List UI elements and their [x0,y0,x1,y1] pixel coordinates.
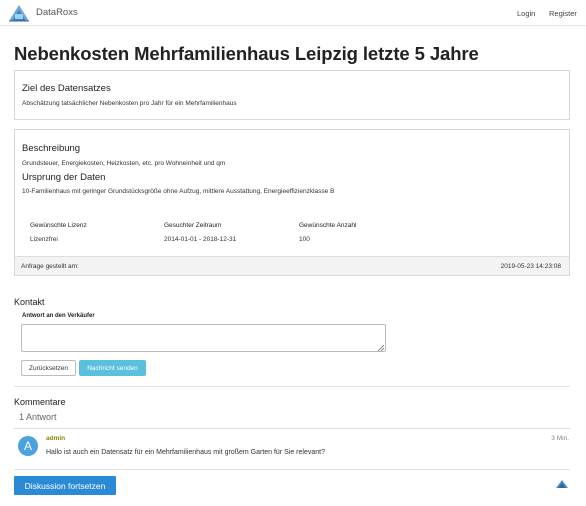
login-link[interactable]: Login [517,9,535,18]
avatar: A [18,436,38,456]
request-footer: Anfrage gestellt am: 2019-05-23 14:23:08 [15,256,569,275]
reply-textarea[interactable] [21,324,386,352]
page-title: Nebenkosten Mehrfamilienhaus Leipzig let… [14,43,479,64]
comment-text: Hallo ist auch ein Datensatz für ein Meh… [46,449,325,456]
register-link[interactable]: Register [549,9,577,18]
period-value: 2014-01-01 - 2018-12-31 [164,236,237,243]
send-message-button[interactable]: Nachricht senden [79,360,146,376]
request-date-label: Anfrage gestellt am: [21,263,79,270]
description-text: Grundsteuer, Energiekosten, Heizkosten, … [22,160,226,167]
license-value: Lizenzfrei [30,236,58,243]
reply-count: 1 Antwort [19,412,57,422]
brand-name[interactable]: DataRoxs [36,7,78,18]
period-label: Gesuchter Zeitraum [164,222,222,229]
request-date-value: 2019-05-23 14:23:08 [500,263,561,270]
origin-text: 10-Familienhaus mit geringer Grundstücks… [22,188,335,195]
dataroxs-logo-icon[interactable] [555,479,569,489]
contact-heading: Kontakt [14,297,45,307]
comments-heading: Kommentare [14,397,66,407]
comment-author[interactable]: admin [46,435,65,442]
goal-text: Abschätzung tatsächlicher Nebenkosten pr… [22,100,237,107]
description-heading: Beschreibung [22,143,81,154]
navbar: DataRoxs Login Register [0,0,586,26]
divider [14,386,570,387]
quantity-label: Gewünschte Anzahl [299,222,357,229]
quantity-value: 100 [299,236,310,243]
reply-field-label: Antwort an den Verkäufer [22,313,95,319]
goal-panel: Ziel des Datensatzes Abschätzung tatsäch… [14,70,570,120]
resize-grip-icon[interactable] [378,345,384,351]
comment-time: 3 Min. [551,435,569,442]
origin-heading: Ursprung der Daten [22,172,106,183]
license-label: Gewünschte Lizenz [30,222,87,229]
description-panel: Beschreibung Grundsteuer, Energiekosten,… [14,129,570,276]
continue-discussion-button[interactable]: Diskussion fortsetzen [14,476,116,495]
goal-heading: Ziel des Datensatzes [22,83,111,94]
reset-button[interactable]: Zurücksetzen [21,360,76,376]
dataroxs-logo-icon[interactable] [7,3,31,23]
